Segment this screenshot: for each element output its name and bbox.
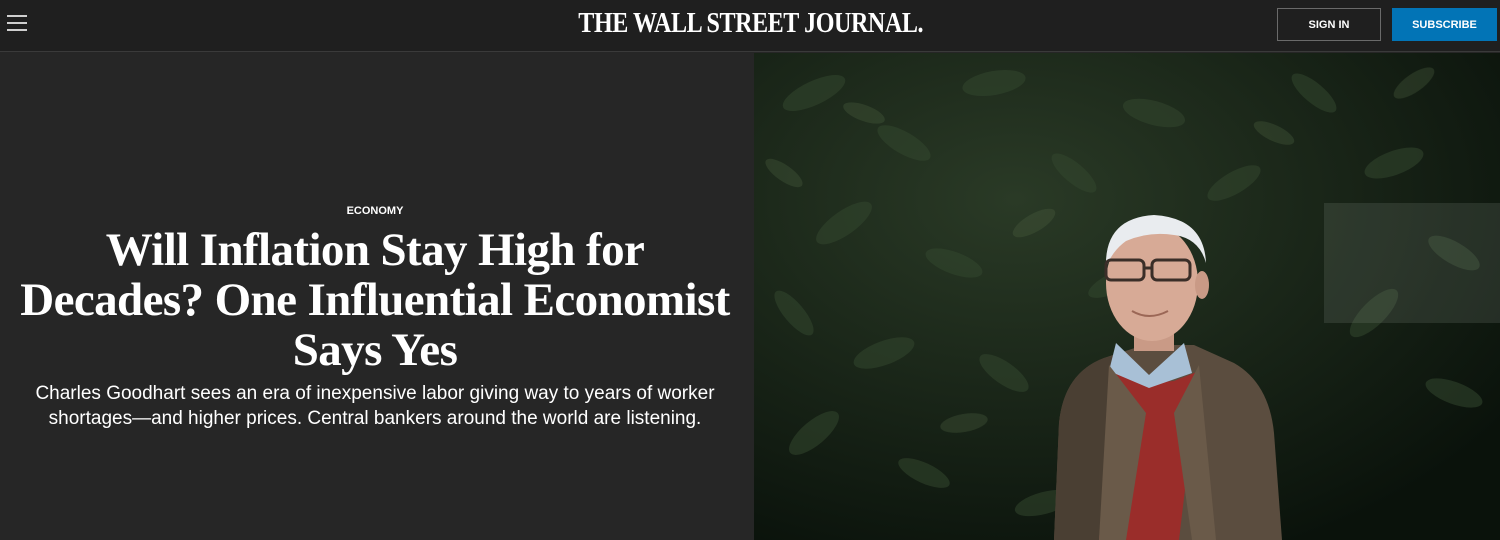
- article-hero-text-panel: ECONOMY Will Inflation Stay High for Dec…: [0, 53, 754, 540]
- masthead-logo[interactable]: THE WALL STREET JOURNAL.: [106, 8, 1396, 40]
- menu-icon[interactable]: [7, 15, 27, 35]
- article-dek: Charles Goodhart sees an era of inexpens…: [35, 383, 715, 429]
- article-headline[interactable]: Will Inflation Stay High for Decades? On…: [10, 225, 740, 375]
- subscribe-button[interactable]: SUBSCRIBE: [1392, 8, 1497, 41]
- top-navigation-bar: THE WALL STREET JOURNAL. SIGN IN SUBSCRI…: [0, 0, 1500, 52]
- section-label[interactable]: ECONOMY: [0, 205, 750, 217]
- sign-in-button[interactable]: SIGN IN: [1277, 8, 1381, 41]
- hero-photo: [754, 53, 1500, 540]
